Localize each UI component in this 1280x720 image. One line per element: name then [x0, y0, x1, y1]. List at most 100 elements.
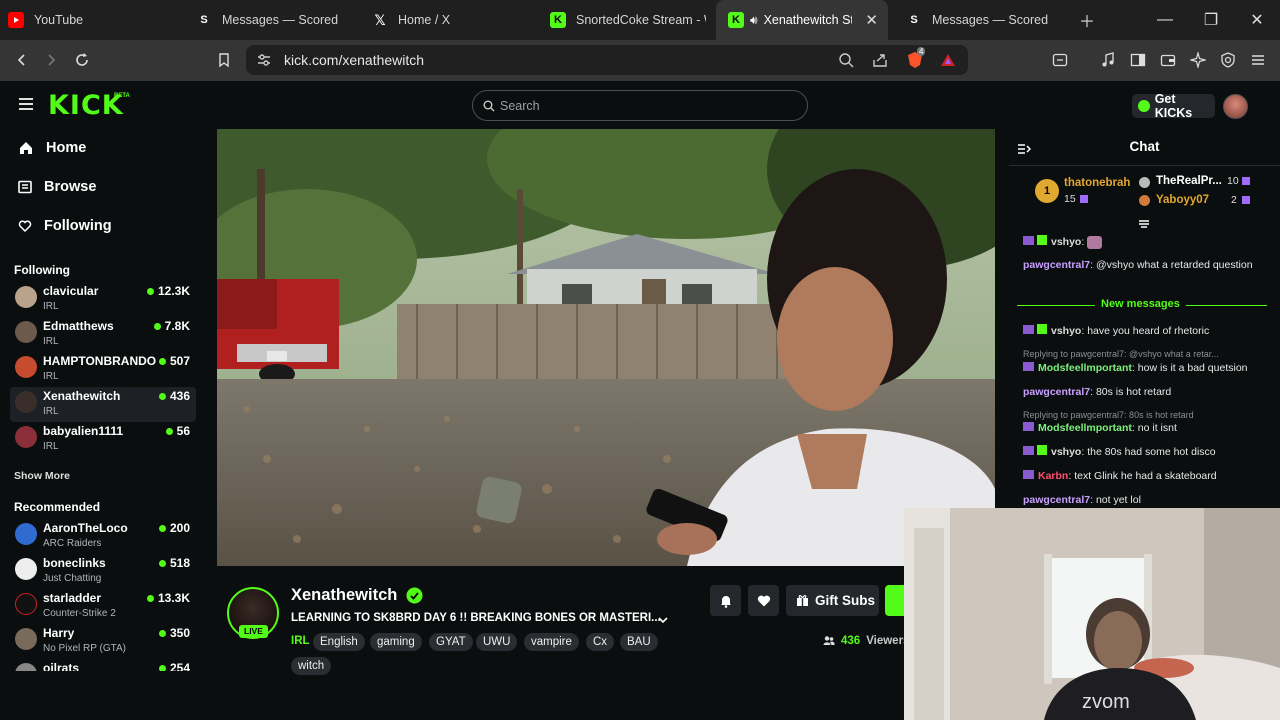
site-settings-icon[interactable] [256, 52, 272, 73]
sidebar-channel-xenathewitch[interactable]: Xenathewitch IRL 436 [10, 387, 196, 422]
gift-icon [1242, 196, 1250, 204]
badge-icon [1023, 362, 1034, 371]
show-more-link[interactable]: Show More [14, 470, 70, 482]
tab-messages-scored-2[interactable]: S Messages — Scored [906, 0, 1074, 40]
viewer-count-value: 350 [169, 626, 190, 640]
user-avatar[interactable] [1223, 94, 1248, 119]
brave-shields-icon[interactable]: 4 [906, 47, 926, 74]
live-dot [158, 392, 166, 400]
chat-username[interactable]: vshyo [1051, 236, 1081, 248]
tag-uwu[interactable]: UWU [476, 633, 518, 651]
new-tab-button[interactable]: ＋ [1064, 0, 1110, 40]
browser-toolbar: kick.com/xenathewitch 4 [0, 40, 1280, 81]
viewers-label: Viewers [866, 635, 910, 647]
chat-text: the 80s had some hot disco [1087, 446, 1216, 458]
sidebar-channel-aarontheloco[interactable]: AaronTheLoco ARC Raiders 200 [10, 519, 196, 554]
stream-title: LEARNING TO SK8BRD DAY 6 !! BREAKING BON… [291, 612, 661, 624]
get-kicks-button[interactable]: Get KICKs [1132, 92, 1215, 120]
video-player[interactable] [217, 129, 995, 566]
tag-cx[interactable]: Cx [586, 633, 615, 651]
tag-witch[interactable]: witch [291, 657, 332, 675]
sidebar-channel-edmatthews[interactable]: Edmatthews IRL 7.8K [10, 317, 196, 352]
brave-rewards-icon[interactable] [940, 52, 956, 73]
avatar [15, 523, 37, 545]
chat-username[interactable]: vshyo [1051, 446, 1081, 458]
follow-heart-button[interactable] [748, 585, 779, 616]
chat-username[interactable]: Karbn [1038, 470, 1068, 482]
nav-following[interactable]: Following [18, 214, 112, 238]
category-link[interactable]: IRL [291, 635, 310, 647]
sidebar-channel-babyalien1111[interactable]: babyalien1111 IRL 56 [10, 422, 196, 457]
sidebar-channel-hamptonbrando[interactable]: HAMPTONBRANDO IRL 507 [10, 352, 196, 387]
address-bar[interactable]: kick.com/xenathewitch 4 [246, 45, 968, 75]
zoom-icon[interactable] [838, 52, 854, 73]
tag-gaming[interactable]: gaming [370, 633, 422, 651]
scored-icon: S [200, 14, 208, 26]
search-input[interactable]: Search [472, 90, 808, 121]
minimize-button[interactable]: — [1142, 0, 1188, 40]
channel-category: IRL [43, 406, 59, 417]
notification-bell-button[interactable] [710, 585, 741, 616]
gifter-3-name[interactable]: Yaboyy07 [1156, 194, 1209, 206]
kick-logo[interactable]: KICK [48, 92, 124, 119]
tag-gyat[interactable]: GYAT [429, 633, 473, 651]
sidebar-toggle-button[interactable] [1047, 48, 1073, 72]
sidebar-channel-starladder[interactable]: starladder Counter-Strike 2 13.3K [10, 589, 196, 624]
leo-icon [1052, 53, 1068, 67]
sidebar-channel-oilrats[interactable]: oilrats 254 [10, 659, 196, 671]
chat-text: @vshyo what a retarded question [1095, 259, 1253, 271]
channel-name[interactable]: Xenathewitch [291, 586, 397, 605]
vpn-button[interactable] [1215, 48, 1241, 72]
chat-username[interactable]: Modsfeellmportant [1038, 362, 1132, 374]
gifter-2-name[interactable]: TheRealPr... [1156, 175, 1222, 187]
side-panel-button[interactable] [1125, 48, 1151, 72]
tab-youtube[interactable]: YouTube [8, 0, 186, 40]
reload-button[interactable] [69, 48, 95, 72]
chevron-down-icon[interactable] [657, 613, 669, 631]
back-button[interactable] [9, 48, 35, 72]
nav-home[interactable]: Home [18, 136, 86, 160]
bookmark-button[interactable] [211, 48, 237, 72]
vpn-shield-icon [1221, 52, 1235, 68]
sidebar-channel-harry[interactable]: Harry No Pixel RP (GTA) 350 [10, 624, 196, 659]
gift-subs-button[interactable]: Gift Subs [786, 585, 879, 616]
gift-subs-label: Gift Subs [815, 593, 875, 608]
tag-english[interactable]: English [313, 633, 365, 651]
tab-snortedcoke[interactable]: K SnortedCoke Stream - W [550, 0, 706, 40]
subscribe-button[interactable] [885, 585, 905, 616]
chat-username[interactable]: pawgcentral7 [1023, 386, 1090, 398]
share-icon[interactable] [872, 52, 888, 73]
chat-message: vshyo: [1023, 234, 1275, 250]
emote-icon [1087, 235, 1103, 249]
nav-browse[interactable]: Browse [18, 175, 96, 199]
youtube-icon [8, 12, 24, 28]
tag-vampire[interactable]: vampire [524, 633, 579, 651]
close-tab-icon[interactable]: ✕ [865, 11, 878, 29]
chat-username[interactable]: Modsfeellmportant [1038, 422, 1132, 434]
tab-messages-scored[interactable]: S Messages — Scored [196, 0, 364, 40]
chat-username[interactable]: pawgcentral7 [1023, 494, 1090, 506]
expand-leaderboard-icon[interactable] [1138, 216, 1150, 234]
badge-icon [1023, 236, 1034, 245]
media-button[interactable] [1095, 48, 1121, 72]
tab-title: Xenathewitch St [763, 13, 852, 27]
forward-button[interactable] [38, 48, 64, 72]
chat-username[interactable]: vshyo [1051, 325, 1081, 337]
sidebar-channel-clavicular[interactable]: clavicular IRL 12.3K [10, 282, 196, 317]
leo-ai-button[interactable] [1185, 48, 1211, 72]
browser-tab-bar: YouTube S Messages — Scored 𝕏 Home / X K… [0, 0, 1280, 40]
close-window-button[interactable]: ✕ [1234, 0, 1280, 40]
restore-button[interactable]: ❐ [1188, 0, 1234, 40]
top-gifter-name[interactable]: thatonebrah [1064, 177, 1130, 189]
chat-username[interactable]: pawgcentral7 [1023, 259, 1090, 271]
sub-badge-icon [1037, 445, 1047, 455]
rank-badge: 1 [1035, 179, 1059, 203]
hamburger-icon[interactable] [18, 97, 34, 116]
menu-button[interactable] [1245, 48, 1271, 72]
tab-xenathewitch[interactable]: K 🔊︎ Xenathewitch St ✕ [716, 0, 888, 40]
sidebar-channel-boneclinks[interactable]: boneclinks Just Chatting 518 [10, 554, 196, 589]
tag-bau[interactable]: BAU [620, 633, 658, 651]
tab-x-home[interactable]: 𝕏 Home / X [372, 0, 540, 40]
wallet-button[interactable] [1155, 48, 1181, 72]
chat-text: have you heard of rhetoric [1087, 325, 1210, 337]
